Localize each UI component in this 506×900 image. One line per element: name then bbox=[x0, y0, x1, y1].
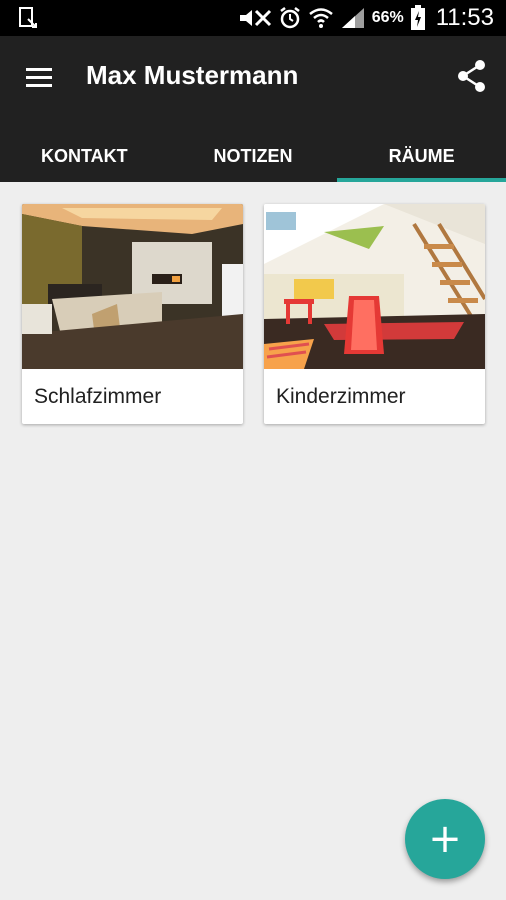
room-grid: Schlafzimmer Kinderzimmer bbox=[22, 204, 485, 424]
clock: 11:53 bbox=[435, 4, 494, 31]
share-icon[interactable] bbox=[456, 58, 488, 94]
tab-kontakt[interactable]: KONTAKT bbox=[0, 130, 169, 182]
notification-icon bbox=[19, 7, 37, 28]
bedroom-photo bbox=[22, 204, 243, 369]
battery-icon bbox=[410, 5, 425, 30]
tab-notizen[interactable]: NOTIZEN bbox=[169, 130, 338, 182]
wifi-icon bbox=[308, 8, 333, 28]
hamburger-menu-icon[interactable] bbox=[24, 62, 56, 94]
plus-icon: + bbox=[428, 816, 462, 862]
tab-raeume[interactable]: RÄUME bbox=[337, 130, 506, 182]
status-bar: 66% 11:53 bbox=[0, 0, 506, 36]
room-card-kinderzimmer[interactable]: Kinderzimmer bbox=[264, 204, 485, 424]
kids-room-photo bbox=[264, 204, 485, 369]
add-room-button[interactable]: + bbox=[405, 799, 485, 879]
room-name: Schlafzimmer bbox=[34, 384, 162, 408]
room-card-schlafzimmer[interactable]: Schlafzimmer bbox=[22, 204, 243, 424]
room-name: Kinderzimmer bbox=[276, 384, 406, 408]
signal-icon bbox=[341, 8, 364, 28]
mute-icon bbox=[239, 9, 271, 27]
app-bar: Max Mustermann KONTAKT NOTIZEN RÄUME bbox=[0, 36, 506, 182]
battery-percent: 66% bbox=[371, 9, 404, 26]
alarm-icon bbox=[279, 7, 300, 29]
page-title: Max Mustermann bbox=[86, 60, 299, 90]
tab-bar: KONTAKT NOTIZEN RÄUME bbox=[0, 130, 506, 182]
